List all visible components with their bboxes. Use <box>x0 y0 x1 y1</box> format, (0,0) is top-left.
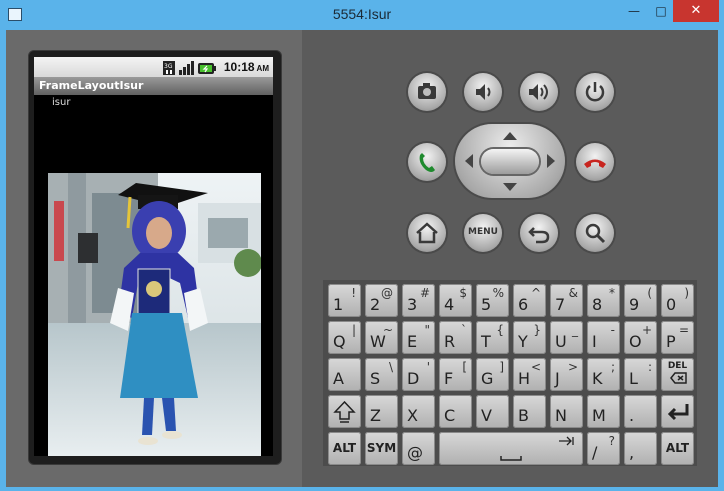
call-button[interactable] <box>408 143 446 181</box>
status-time: 10:18 AM <box>223 60 269 74</box>
key-2[interactable]: 2 @ <box>365 284 398 317</box>
menu-button[interactable]: MENU <box>464 214 502 252</box>
key-1[interactable]: 1! <box>328 284 361 317</box>
camera-icon <box>418 83 436 99</box>
minimize-button[interactable]: — <box>619 0 649 22</box>
key-t[interactable]: T{ <box>476 321 509 354</box>
back-button[interactable] <box>520 214 558 252</box>
key-g[interactable]: G] <box>476 358 509 391</box>
search-button[interactable] <box>576 214 614 252</box>
dpad-right-icon[interactable] <box>547 154 555 168</box>
key-b[interactable]: B <box>513 395 546 428</box>
signal-icon <box>178 60 194 75</box>
key-space[interactable] <box>439 432 583 465</box>
key-l[interactable]: L: <box>624 358 657 391</box>
home-icon <box>416 222 438 244</box>
svg-text:3G: 3G <box>164 63 173 70</box>
key-shift[interactable] <box>328 395 361 428</box>
key-m[interactable]: M <box>587 395 620 428</box>
key-6[interactable]: 6 ^ <box>513 284 546 317</box>
key-s[interactable]: S \ <box>365 358 398 391</box>
key-r[interactable]: R ` <box>439 321 472 354</box>
shift-icon <box>333 400 356 423</box>
key-x[interactable]: X <box>402 395 435 428</box>
key-o[interactable]: O + <box>624 321 657 354</box>
key-5[interactable]: 5% <box>476 284 509 317</box>
volume-up-button[interactable] <box>520 73 558 111</box>
key-i[interactable]: I- <box>587 321 620 354</box>
key-q[interactable]: Q | <box>328 321 361 354</box>
key-a[interactable]: A <box>328 358 361 391</box>
key-h[interactable]: H < <box>513 358 546 391</box>
key-alt-right[interactable]: ALT <box>661 432 694 465</box>
hardware-keyboard: 1! 2 @ 3 # 4 $ 5% 6 ^ 7 & 8 * 9( 0) Q | W ~ E " R… <box>323 280 697 466</box>
home-button[interactable] <box>408 214 446 252</box>
key-enter[interactable] <box>661 395 694 428</box>
key-v[interactable]: V <box>476 395 509 428</box>
close-button[interactable]: ✕ <box>673 0 719 22</box>
key-e[interactable]: E " <box>402 321 435 354</box>
key-k[interactable]: K; <box>587 358 620 391</box>
dpad-center-button[interactable] <box>481 149 539 174</box>
app-title: FrameLayoutIsur <box>39 79 144 92</box>
phone-red-icon <box>584 159 606 168</box>
dpad-down-icon[interactable] <box>503 183 517 191</box>
dpad-up-icon[interactable] <box>503 132 517 140</box>
phone-green-icon <box>419 153 435 172</box>
search-icon <box>585 223 606 244</box>
key-3[interactable]: 3 # <box>402 284 435 317</box>
enter-icon <box>667 404 689 421</box>
key-0[interactable]: 0) <box>661 284 694 317</box>
power-icon <box>585 82 605 102</box>
backspace-icon <box>670 372 687 384</box>
key-at[interactable]: @ <box>402 432 435 465</box>
key-sym[interactable]: SYM <box>365 432 398 465</box>
window-titlebar: 5554:Isur — □ ✕ <box>0 0 724 30</box>
battery-icon <box>198 60 216 74</box>
app-text: isur <box>52 97 71 108</box>
dpad-left-icon[interactable] <box>465 154 473 168</box>
key-u[interactable]: U _ <box>550 321 583 354</box>
key-w[interactable]: W ~ <box>365 321 398 354</box>
key-y[interactable]: Y} <box>513 321 546 354</box>
back-icon <box>528 227 550 244</box>
key-slash[interactable]: /? <box>587 432 620 465</box>
device-screen[interactable]: 3G 10:18 AM FrameLayoutIsur isur <box>34 57 273 456</box>
graduation-photo <box>48 173 261 456</box>
status-bar: 3G 10:18 AM <box>34 57 273 77</box>
key-n[interactable]: N <box>550 395 583 428</box>
volume-up-icon <box>529 84 548 100</box>
key-del[interactable]: DEL <box>661 358 694 391</box>
volume-down-button[interactable] <box>464 73 502 111</box>
key-7[interactable]: 7 & <box>550 284 583 317</box>
camera-button[interactable] <box>408 73 446 111</box>
end-call-button[interactable] <box>576 143 614 181</box>
app-title-bar: FrameLayoutIsur <box>34 77 273 95</box>
key-z[interactable]: Z <box>365 395 398 428</box>
key-4[interactable]: 4 $ <box>439 284 472 317</box>
key-alt-left[interactable]: ALT <box>328 432 361 465</box>
key-p[interactable]: P = <box>661 321 694 354</box>
key-9[interactable]: 9( <box>624 284 657 317</box>
window-title: 5554:Isur <box>332 6 392 22</box>
key-8[interactable]: 8 * <box>587 284 620 317</box>
menu-label: MENU <box>468 227 498 237</box>
network-3g-icon: 3G <box>163 60 175 75</box>
key-comma[interactable]: , <box>624 432 657 465</box>
key-period[interactable]: . <box>624 395 657 428</box>
power-button[interactable] <box>576 73 614 111</box>
space-icon <box>500 436 574 461</box>
maximize-button[interactable]: □ <box>646 0 676 22</box>
key-f[interactable]: F[ <box>439 358 472 391</box>
key-j[interactable]: J > <box>550 358 583 391</box>
key-c[interactable]: C <box>439 395 472 428</box>
key-d[interactable]: D ' <box>402 358 435 391</box>
volume-down-icon <box>476 84 491 100</box>
